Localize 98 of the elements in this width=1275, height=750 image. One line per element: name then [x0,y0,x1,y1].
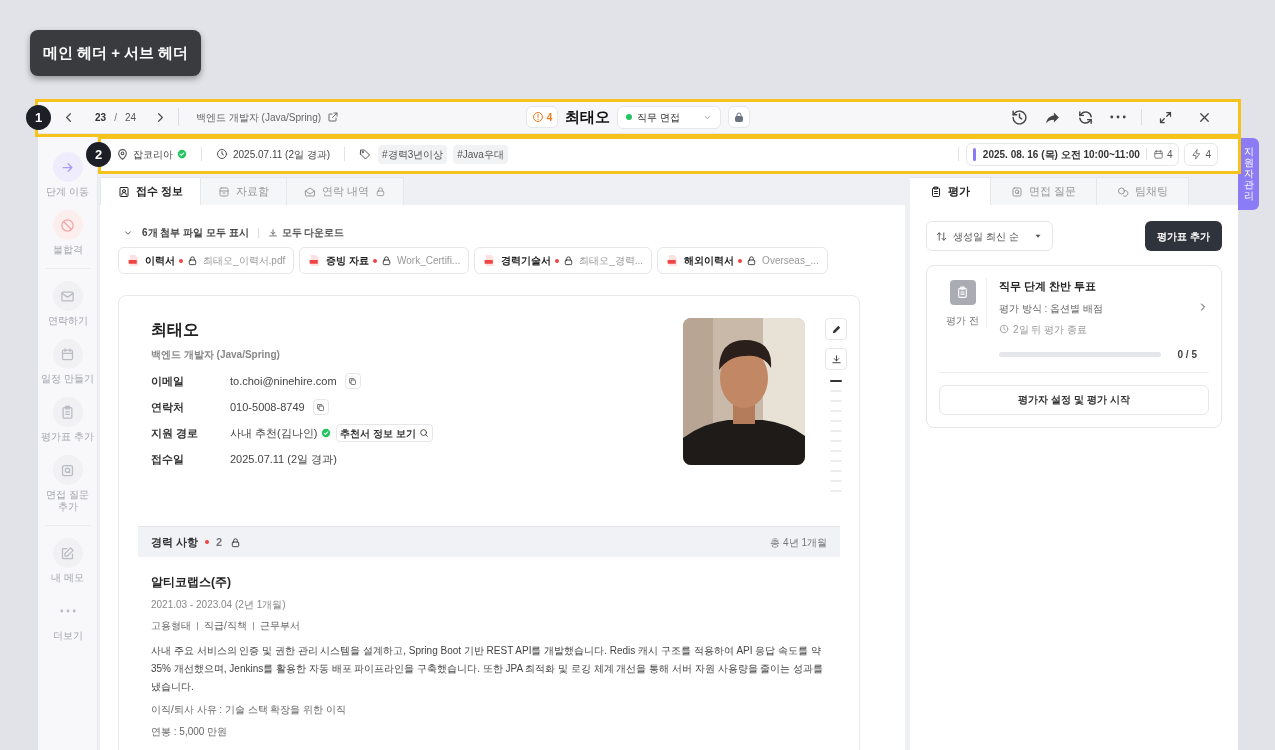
calendar-icon [60,346,75,362]
clock-icon [999,324,1009,334]
field-value: 사내 추천(김나인) [230,425,318,441]
copy-button[interactable] [344,373,361,389]
callout-badge: 1 [26,105,51,130]
download-button[interactable] [825,348,847,370]
referral-info-button[interactable]: 추천서 정보 보기 [336,424,433,442]
tag-icon [359,148,372,160]
ban-icon [60,217,75,233]
add-evaluation-button[interactable]: 평가표 추가 [1145,221,1222,251]
tab[interactable]: 접수 정보 [100,177,202,205]
field-label: 접수일 [151,451,185,467]
evaluation-method: 평가 방식 : 옵션별 배점 [999,301,1104,316]
calendar-icon [1152,148,1164,160]
start-evaluation-button[interactable]: 평가자 설정 및 평가 시작 [939,384,1209,415]
person-card-icon [118,185,130,198]
meta-item: 직급/직책 [204,619,247,633]
career-total: 총 4년 1개월 [770,535,827,550]
progress-count: 0 / 5 [1177,347,1197,362]
employment-period: 2021.03 - 2023.04 (2년 1개월) [151,598,287,612]
current-index: 23 [95,110,107,125]
career-title: 경력 사항 [151,534,199,550]
edit-icon [60,545,75,561]
field-value: to.choi@ninehire.com [230,373,337,389]
pdf-file-icon [666,254,680,267]
history-button[interactable] [1009,107,1029,127]
history-icon [1010,108,1028,126]
open-envelope-icon [304,185,317,198]
edit-button[interactable] [825,318,847,340]
evaluation-title: 직무 단계 찬반 투표 [999,279,1098,294]
download-all-button[interactable]: 모두 다운로드 [267,225,345,240]
folder-icon [218,185,231,198]
index-separator: / [114,110,117,125]
lightning-icon [1191,148,1203,160]
source-name: 잡코리아 [133,147,173,162]
field-label: 지원 경로 [151,425,200,441]
field-label: 이메일 [151,373,185,389]
pencil-icon [830,323,842,335]
mail-icon [60,288,75,304]
copy-icon [316,402,326,412]
field-value: 010-5008-8749 [230,399,305,415]
tag-chip: #Java우대 [453,144,508,164]
clipboard-icon [930,185,942,198]
external-link-icon [327,111,340,123]
evaluation-deadline: 2일 뒤 평가 종료 [1013,322,1087,337]
chat-bubbles-icon [1117,185,1130,198]
file-chip[interactable]: 경력기술서 최태오_경력... [474,247,653,274]
more-icon [59,609,76,613]
clipboard-icon [956,286,969,299]
download-icon [830,353,842,365]
download-icon [267,227,278,238]
lock-icon [733,111,746,123]
file-chip[interactable]: 이력서 최태오_이력서.pdf [118,247,295,274]
search-icon [418,428,429,438]
calendar-count: 4 [1166,147,1173,162]
file-chip[interactable]: 증빙 자료 Work_Certifi... [299,247,470,274]
show-all-files-toggle[interactable]: 6개 첨부 파일 모두 표시 [118,225,249,240]
field-value: 2025.07.11 (2일 경과) [230,451,337,467]
total-count: 24 [124,110,137,125]
candidate-name: 최태오 [565,106,611,127]
lock-button[interactable] [728,106,751,128]
clock-icon [216,148,228,160]
tag-chip: #경력3년이상 [378,144,448,164]
company-name: 알티코랩스(주) [151,574,232,591]
schedule-chip[interactable]: 2025. 08. 16 (목) 오전 10:00~11:00 4 [965,142,1180,166]
flash-button[interactable]: 4 [1184,142,1218,166]
location-pin-icon [116,147,129,161]
profile-name: 최태오 [151,320,200,340]
schedule-time: 2025. 08. 16 (목) 오전 10:00~11:00 [982,147,1140,162]
copy-button[interactable] [312,399,329,415]
evaluation-status: 평가 전 [946,314,979,328]
sort-icon [936,230,947,242]
meta-item: 근무부서 [259,619,300,633]
meta-item: 고용형태 [151,619,191,633]
more-icon [1110,115,1126,119]
question-box-icon [1011,185,1023,198]
expand-icon [1157,109,1173,125]
stage-dropdown[interactable]: 직무 면접 [617,105,722,129]
alert-icon [531,111,544,123]
leave-reason: 이직/퇴사 사유 : 기술 스택 확장을 위한 이직 [151,703,347,717]
annotation-label: 메인 헤더 + 서브 헤더 [30,30,202,76]
career-count: 2 [216,534,223,550]
applied-date: 2025.07.11 (2일 경과) [233,147,331,162]
pdf-file-icon [127,254,140,267]
job-posting-link[interactable]: 백엔드 개발자 (Java/Spring) [196,109,340,125]
file-chip[interactable]: 해외이력서 Overseas_... [657,247,828,274]
sort-dropdown[interactable]: 생성일 최신 순 [926,221,1053,251]
clipboard-icon [60,404,75,420]
career-description: 사내 주요 서비스의 인증 및 권한 관리 시스템을 설계하고, Spring Boot 기반 REST API를 개발했습니다. Redis 캐시 구조를 적용하여 API 응답 속도를 약 35% 개선했으며, Jenkins를 활용한 자동 배포 파이프라인을 구축했습니다. 또한 JPA 최적화 및 로깅 체계 개선을 통해 서버 자원 사용량을 줄이는 성과를 냈습니다. [151,644,825,694]
salary: 연봉 : 5,000 만원 [151,725,229,739]
pdf-file-icon [483,254,497,267]
copy-icon [348,376,358,386]
field-label: 연락처 [151,399,185,415]
refresh-icon [1076,108,1094,126]
pdf-file-icon [308,254,322,267]
tab[interactable]: 평가 [910,177,991,205]
profile-role: 백엔드 개발자 (Java/Spring) [151,348,281,362]
question-box-icon [60,462,75,478]
